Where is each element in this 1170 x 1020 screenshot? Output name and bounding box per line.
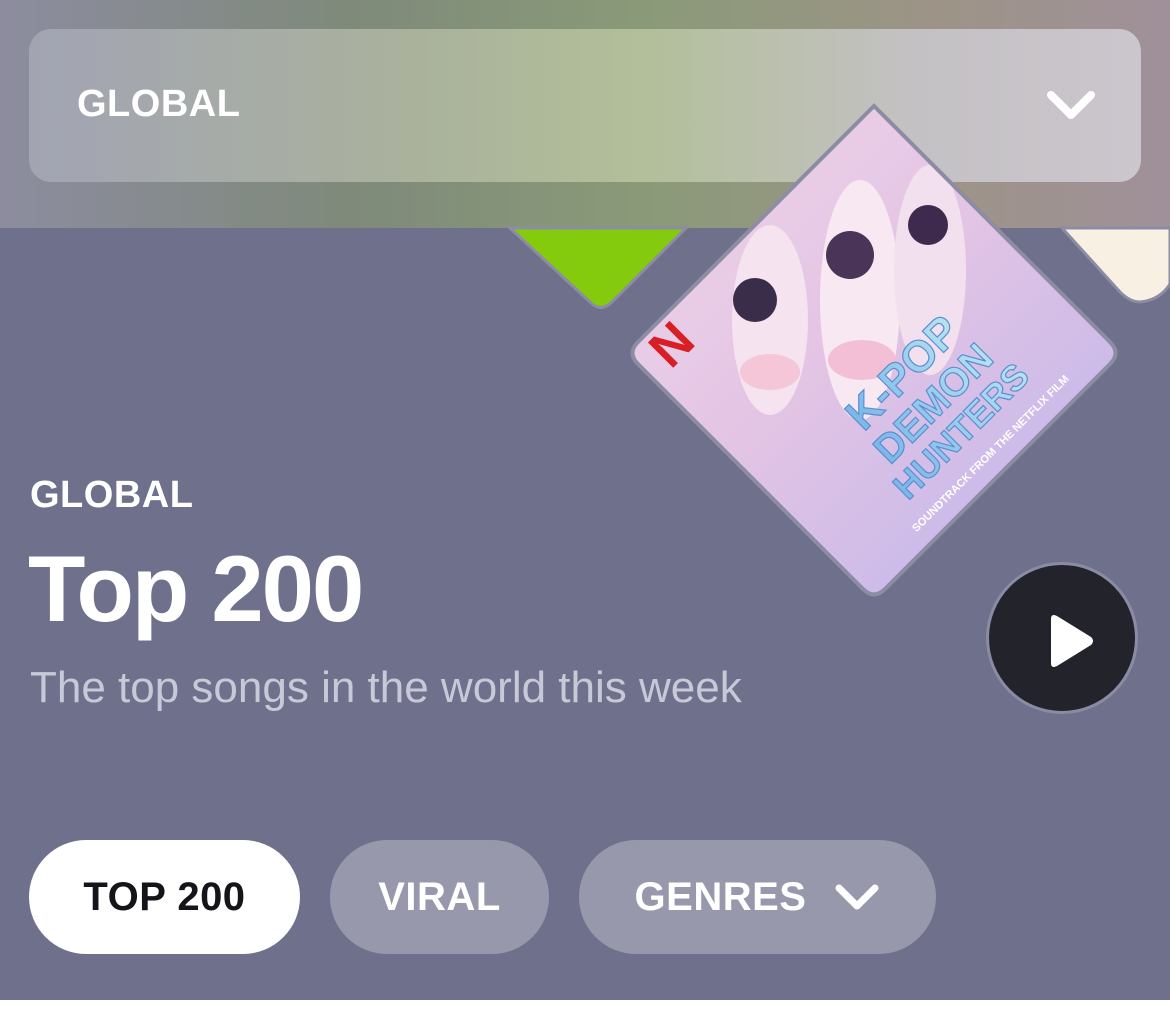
region-dropdown[interactable]: GLOBAL: [29, 29, 1141, 182]
tab-top-200[interactable]: TOP 200: [29, 840, 300, 954]
tab-genres-label: GENRES: [634, 874, 807, 919]
tab-genres[interactable]: GENRES: [579, 840, 936, 954]
neighbor-artwork-cream: [1058, 226, 1170, 304]
album-title-line3: HUNTERS: [885, 355, 1037, 507]
neighbor-artwork-green: [506, 226, 690, 309]
tab-top-200-label: TOP 200: [83, 874, 246, 919]
tab-viral-label: VIRAL: [378, 874, 501, 919]
play-icon: [1051, 615, 1093, 667]
album-title-line1: K-POP: [836, 306, 969, 439]
netflix-logo: N: [638, 311, 706, 379]
chart-region-kicker: GLOBAL: [30, 474, 194, 516]
tab-viral[interactable]: VIRAL: [330, 840, 549, 954]
page-subtitle: The top songs in the world this week: [30, 663, 742, 712]
chevron-down-icon: [835, 884, 879, 910]
album-title-line2: DEMON: [865, 335, 1001, 471]
content-divider: [0, 1000, 1170, 1020]
chevron-down-icon: [1047, 91, 1095, 119]
play-button[interactable]: [986, 562, 1138, 714]
album-caption: SOUNDTRACK FROM THE NETFLIX FILM: [910, 373, 1071, 534]
region-dropdown-label: GLOBAL: [77, 83, 241, 125]
page-title: Top 200: [28, 536, 364, 641]
